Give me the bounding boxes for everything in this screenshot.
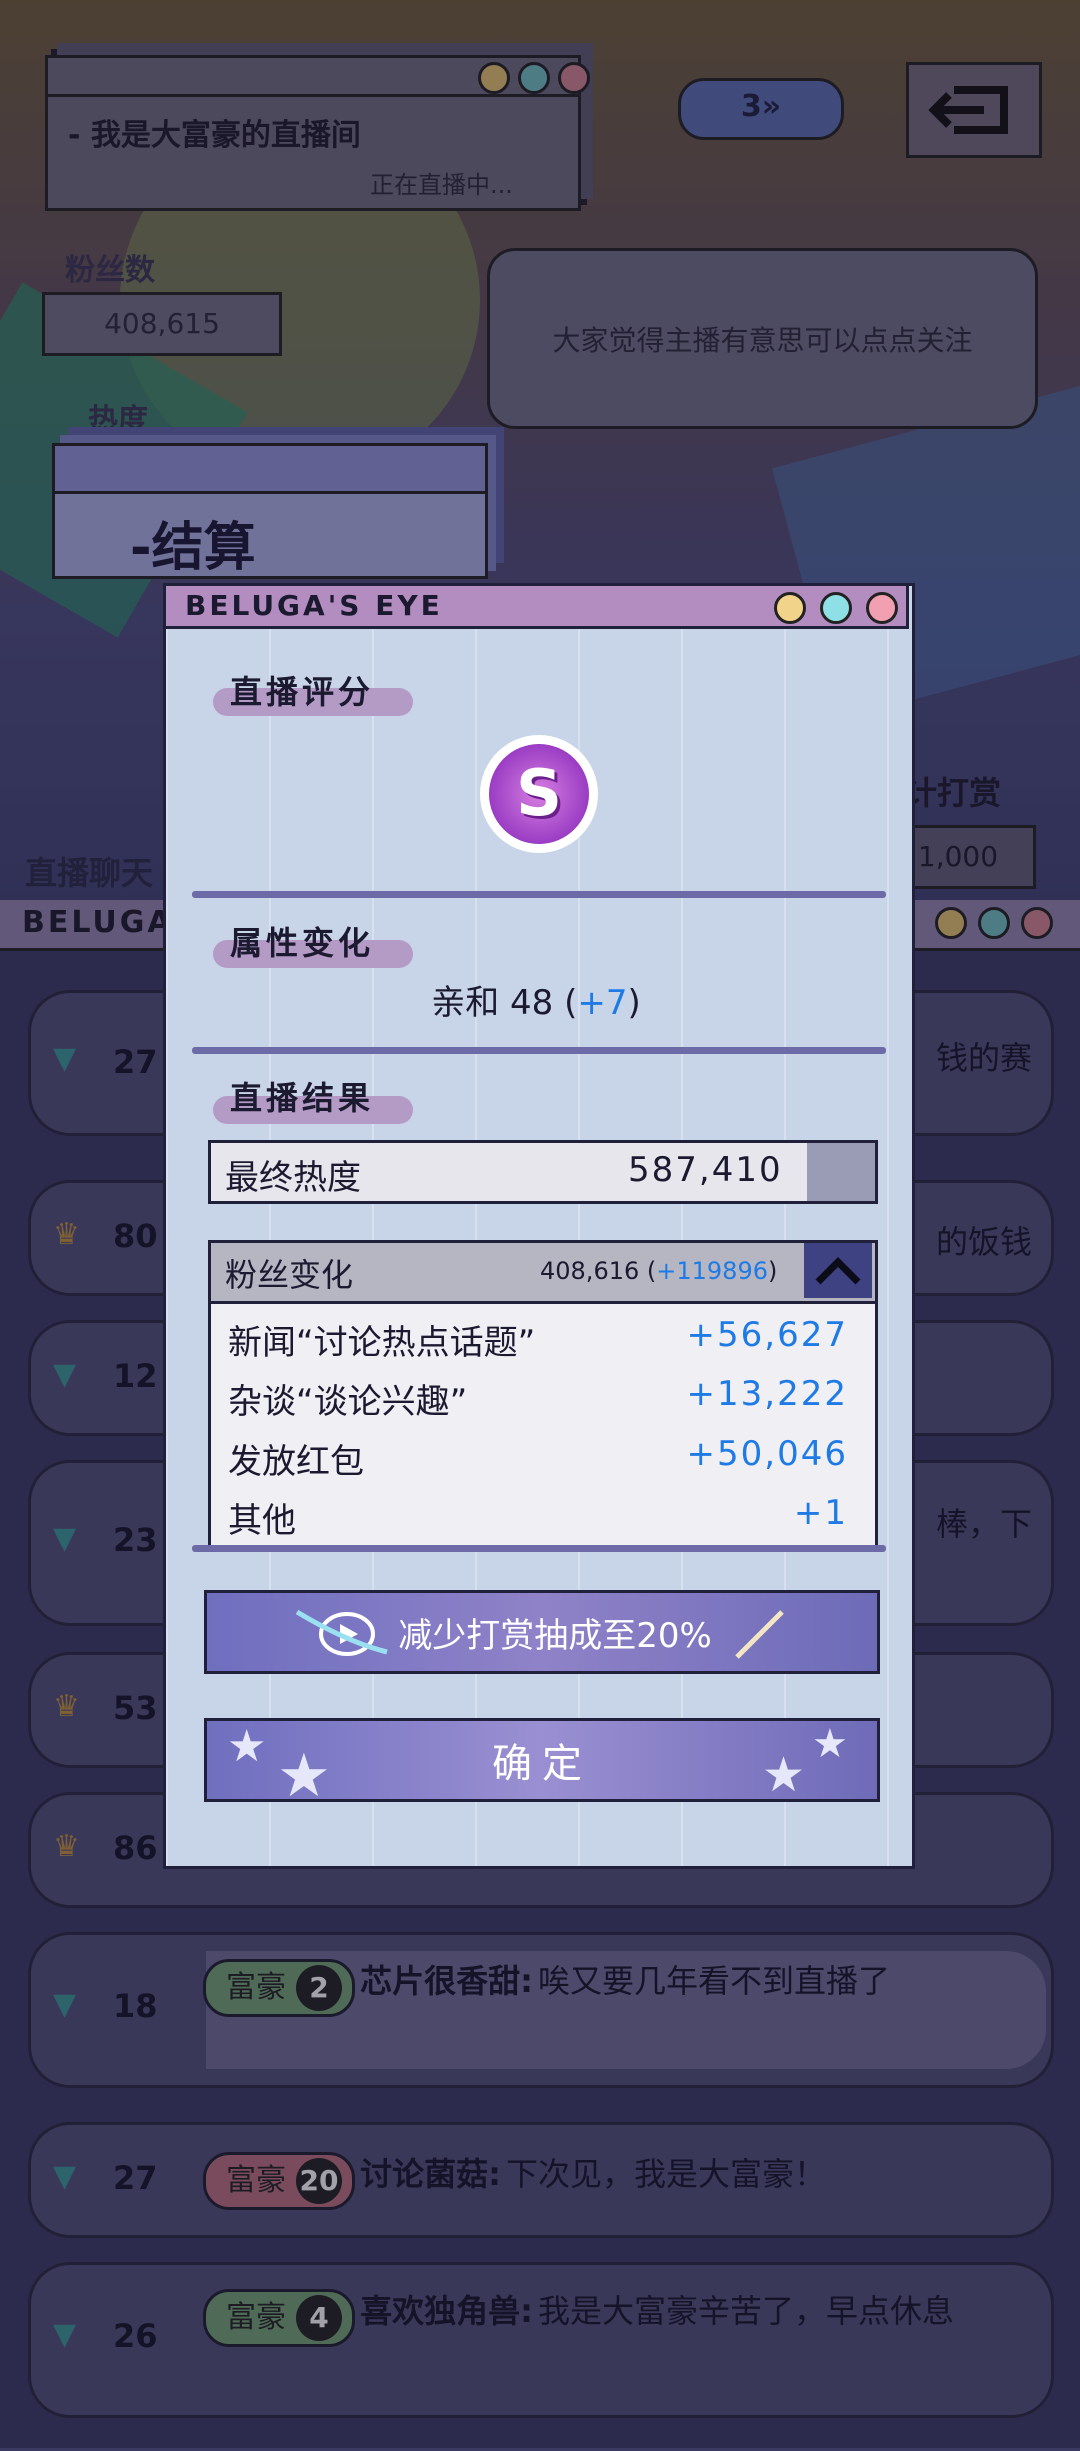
result-title: 直播结果 (230, 1079, 375, 1117)
rating-title: 直播评分 (230, 673, 375, 711)
planet-play-icon (295, 1609, 388, 1656)
confirm-label: 确定 (492, 1741, 592, 1787)
final-heat-label: 最终热度 (225, 1158, 361, 1198)
reduce-commission-label: 减少打赏抽成至20% (398, 1615, 712, 1656)
attribute-change: 亲和 48 (+7) (431, 983, 641, 1023)
divider (192, 1047, 886, 1054)
fans-source-label: 其他 (228, 1501, 296, 1541)
fans-source-value: +1 (793, 1493, 848, 1533)
fans-change-summary: 408,616 (+119896) (540, 1257, 778, 1285)
attribute-delta: +7 (577, 983, 628, 1023)
fans-source-row: 发放红包 +50,046 (228, 1434, 848, 1483)
divider (192, 1545, 886, 1552)
confirm-button[interactable]: ★ ★ ★ ★ 确定 (204, 1718, 880, 1811)
fans-change-label: 粉丝变化 (225, 1256, 354, 1294)
collapse-button[interactable] (804, 1243, 872, 1298)
fans-source-value: +13,222 (686, 1374, 848, 1414)
window-dot (820, 592, 852, 624)
dialog-title: BELUGA'S EYE (185, 589, 443, 622)
divider (192, 891, 886, 898)
fans-source-label: 新闻“讨论热点话题” (228, 1323, 536, 1363)
star-icon: ★ (762, 1747, 816, 1803)
star-icon: ★ (277, 1741, 341, 1811)
grade-letter: S (515, 757, 563, 831)
chevron-up-icon (815, 1256, 861, 1284)
fans-source-row: 杂谈“谈论兴趣” +13,222 (228, 1374, 848, 1423)
final-heat-value: 587,410 (628, 1150, 783, 1190)
window-dot (866, 592, 898, 624)
sparkle-icon (735, 1610, 784, 1659)
star-icon: ★ (812, 1721, 858, 1767)
star-icon: ★ (227, 1721, 277, 1772)
fans-source-label: 杂谈“谈论兴趣” (228, 1382, 468, 1422)
reduce-commission-button[interactable]: 减少打赏抽成至20% (204, 1590, 880, 1674)
attribute-title: 属性变化 (230, 924, 375, 962)
grade-medal: S (480, 735, 598, 853)
attribute-value: 48 (510, 983, 554, 1023)
fans-source-value: +50,046 (686, 1434, 848, 1474)
attribute-name: 亲和 (431, 983, 500, 1023)
fans-source-value: +56,627 (686, 1315, 848, 1355)
fans-source-label: 发放红包 (228, 1442, 364, 1482)
window-dot (774, 592, 806, 624)
fans-source-row: 其他 +1 (228, 1493, 848, 1542)
fans-source-row: 新闻“讨论热点话题” +56,627 (228, 1315, 848, 1364)
